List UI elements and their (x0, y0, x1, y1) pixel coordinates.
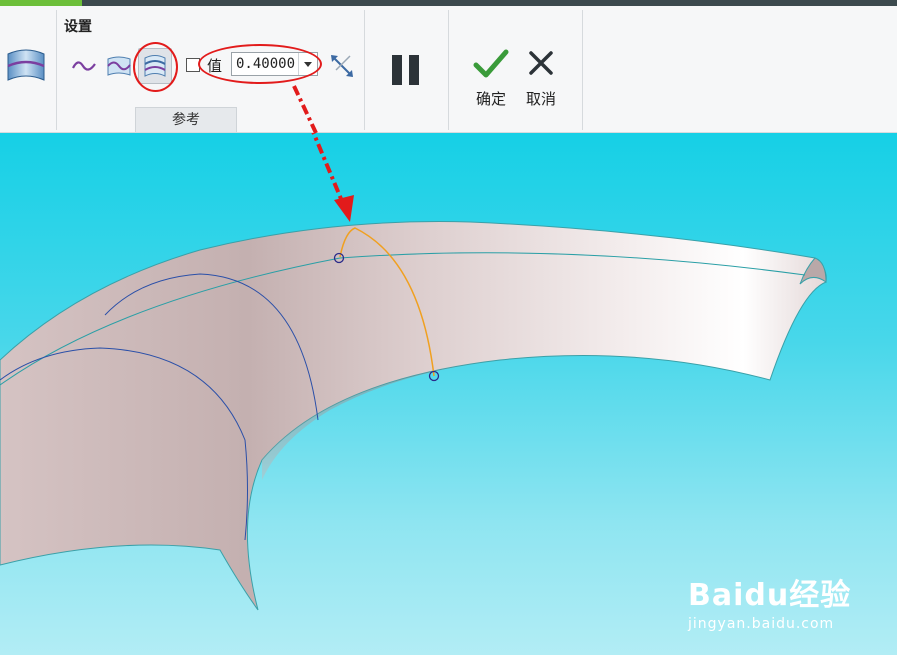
baidu-watermark: Baidu经验 jingyan.baidu.com (688, 570, 858, 632)
model-viewport[interactable]: Baidu经验 jingyan.baidu.com (0, 133, 897, 655)
annotation-arrow-top (292, 85, 318, 133)
watermark-url: jingyan.baidu.com (688, 616, 835, 632)
watermark-brand: Baidu经验 (688, 578, 852, 613)
